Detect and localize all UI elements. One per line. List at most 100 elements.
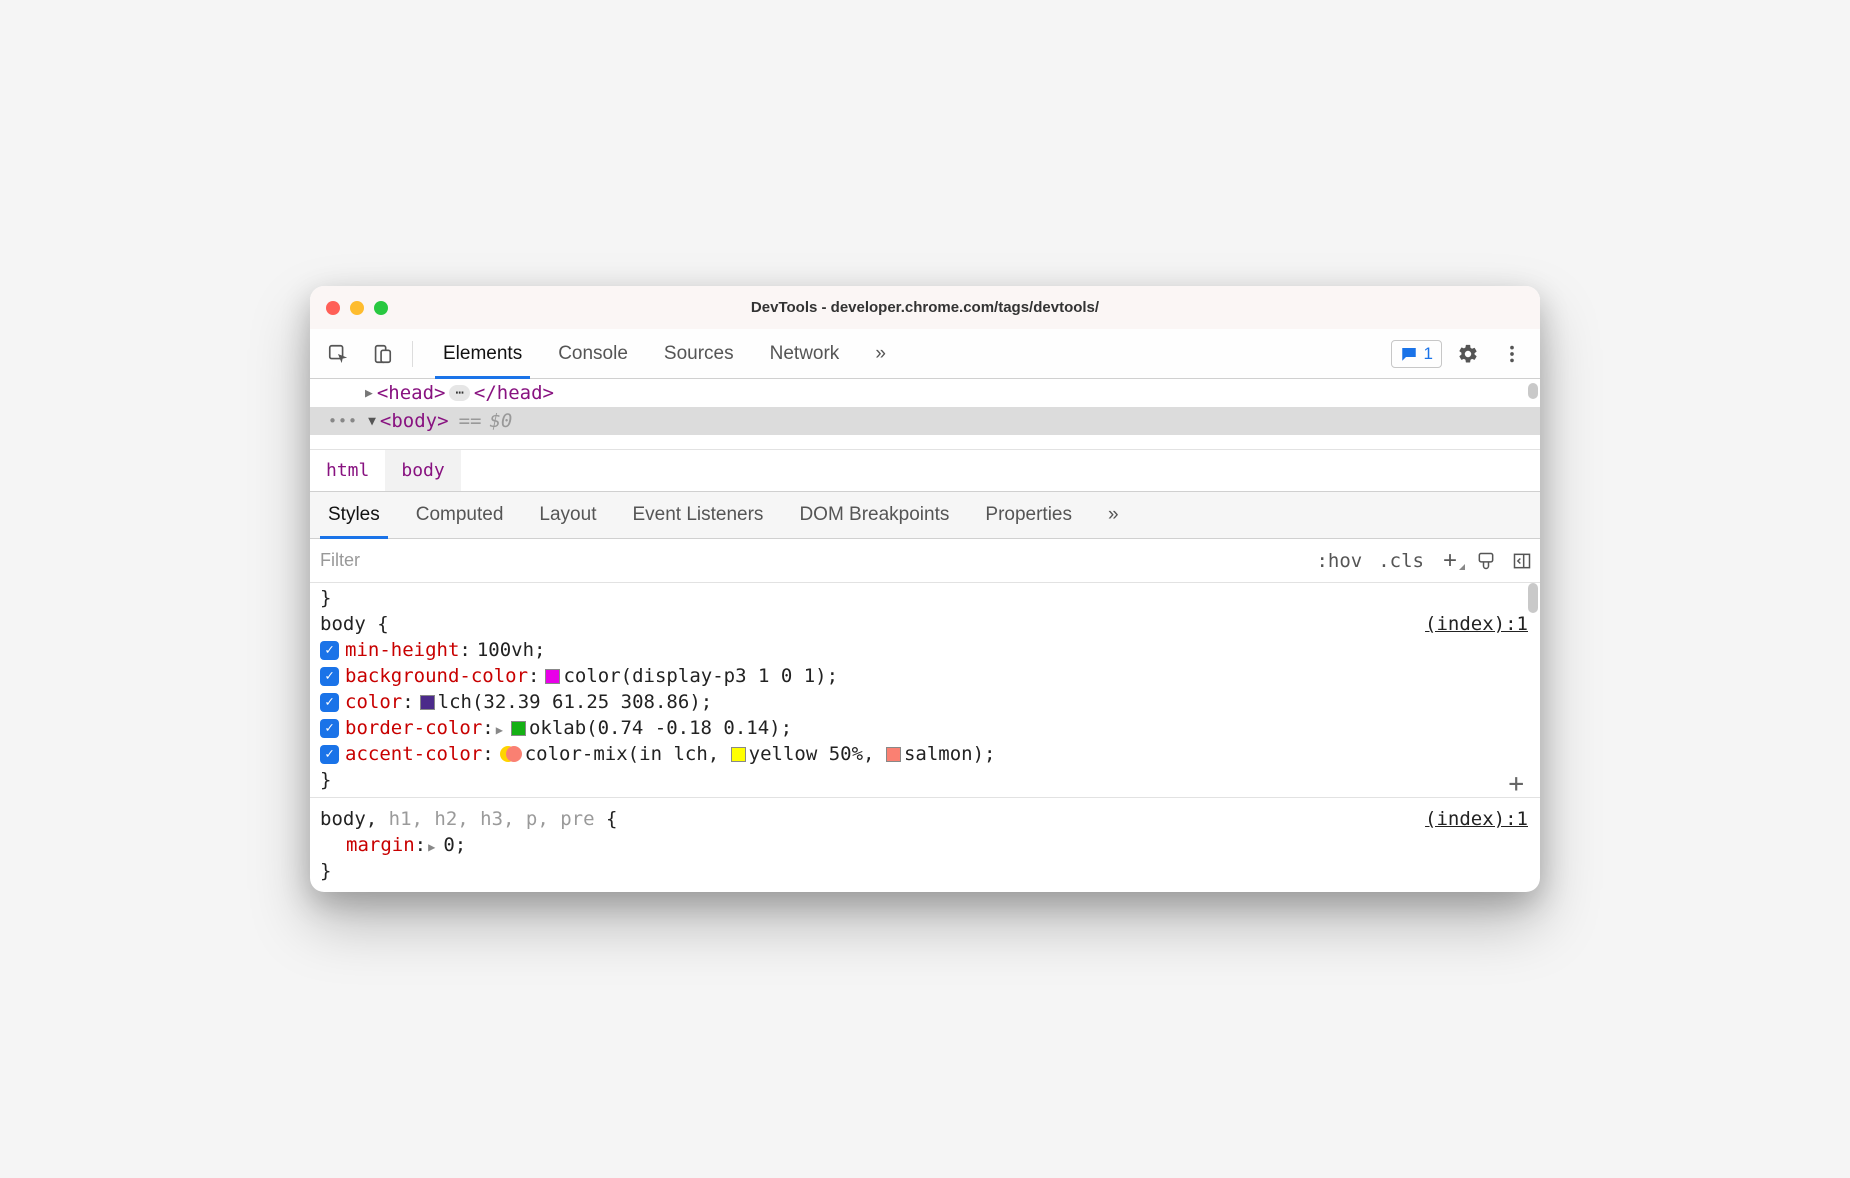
rule-props: margin:▶ 0; bbox=[316, 830, 1534, 860]
rule-divider bbox=[310, 797, 1540, 798]
prop-value[interactable]: 100vh bbox=[477, 639, 534, 661]
crumb-body[interactable]: body bbox=[385, 450, 460, 491]
breadcrumb: html body bbox=[310, 449, 1540, 491]
main-tabs: Elements Console Sources Network » bbox=[425, 329, 904, 378]
subtab-properties[interactable]: Properties bbox=[967, 492, 1090, 538]
source-link[interactable]: (index):1 bbox=[1425, 808, 1528, 830]
fullscreen-window-icon[interactable] bbox=[374, 301, 388, 315]
color-swatch-icon[interactable] bbox=[886, 747, 901, 762]
property-checkbox[interactable]: ✓ bbox=[320, 693, 339, 712]
subtab-layout[interactable]: Layout bbox=[521, 492, 614, 538]
minimize-window-icon[interactable] bbox=[350, 301, 364, 315]
subtab-dom-breakpoints[interactable]: DOM Breakpoints bbox=[781, 492, 967, 538]
issues-count: 1 bbox=[1424, 344, 1433, 364]
computed-sidebar-toggle-icon[interactable] bbox=[1504, 551, 1540, 571]
property-row[interactable]: ✓ color: lch(32.39 61.25 308.86); bbox=[320, 689, 1534, 715]
settings-icon[interactable] bbox=[1450, 336, 1486, 372]
tab-sources[interactable]: Sources bbox=[646, 329, 752, 378]
color-swatch-icon[interactable] bbox=[731, 747, 746, 762]
subtab-overflow[interactable]: » bbox=[1090, 492, 1137, 538]
dom-node-body[interactable]: ••• ▼ <body> == $0 bbox=[310, 407, 1540, 435]
crumb-html[interactable]: html bbox=[310, 450, 385, 491]
hov-toggle[interactable]: :hov bbox=[1308, 550, 1370, 572]
scrollbar-thumb[interactable] bbox=[1528, 583, 1538, 613]
paintbrush-icon[interactable] bbox=[1468, 551, 1504, 571]
color-swatch-icon[interactable] bbox=[420, 695, 435, 710]
collapsed-ellipsis[interactable]: ⋯ bbox=[449, 385, 469, 401]
expand-triangle-icon[interactable]: ▶ bbox=[365, 386, 373, 401]
tab-network[interactable]: Network bbox=[752, 329, 858, 378]
styles-pane: } body { (index):1 ✓ min-height: 100vh; … bbox=[310, 583, 1540, 892]
property-row[interactable]: ✓ background-color: color(display-p3 1 0… bbox=[320, 663, 1534, 689]
issues-chip[interactable]: 1 bbox=[1391, 340, 1442, 368]
close-window-icon[interactable] bbox=[326, 301, 340, 315]
property-checkbox[interactable]: ✓ bbox=[320, 745, 339, 764]
device-toggle-icon[interactable] bbox=[364, 336, 400, 372]
tag-open: <head> bbox=[377, 382, 446, 404]
prop-name[interactable]: margin bbox=[346, 834, 415, 856]
filter-bar: :hov .cls + bbox=[310, 539, 1540, 583]
property-checkbox[interactable]: ✓ bbox=[320, 641, 339, 660]
expand-triangle-icon[interactable]: ▶ bbox=[428, 840, 435, 854]
expand-triangle-icon[interactable]: ▼ bbox=[368, 414, 376, 429]
tab-overflow[interactable]: » bbox=[857, 329, 904, 378]
selector[interactable]: body, bbox=[320, 808, 377, 830]
selected-dollar: $0 bbox=[489, 410, 512, 432]
main-toolbar: Elements Console Sources Network » 1 bbox=[310, 329, 1540, 379]
tag-open: <body> bbox=[380, 410, 449, 432]
selector-dim[interactable]: h1, h2, h3, p, pre bbox=[377, 808, 594, 830]
titlebar: DevTools - developer.chrome.com/tags/dev… bbox=[310, 286, 1540, 329]
prop-name[interactable]: accent-color bbox=[345, 743, 482, 765]
prop-name[interactable]: min-height bbox=[345, 639, 459, 661]
filter-input-wrapper bbox=[310, 539, 1308, 582]
prop-name[interactable]: color bbox=[345, 691, 402, 713]
closing-brace-row: } + bbox=[316, 769, 1534, 791]
selector[interactable]: body bbox=[320, 613, 366, 635]
new-style-rule-button[interactable]: + bbox=[1432, 547, 1468, 575]
filter-input[interactable] bbox=[318, 549, 1300, 572]
color-mix-swatch-icon[interactable] bbox=[500, 746, 522, 762]
tag-close: </head> bbox=[474, 382, 554, 404]
prop-name[interactable]: border-color bbox=[345, 717, 482, 739]
styles-subtabs: Styles Computed Layout Event Listeners D… bbox=[310, 491, 1540, 539]
property-checkbox[interactable]: ✓ bbox=[320, 719, 339, 738]
devtools-window: DevTools - developer.chrome.com/tags/dev… bbox=[310, 286, 1540, 892]
color-swatch-icon[interactable] bbox=[511, 721, 526, 736]
cls-toggle[interactable]: .cls bbox=[1370, 550, 1432, 572]
property-row[interactable]: margin:▶ 0; bbox=[320, 832, 1534, 858]
inspect-element-icon[interactable] bbox=[320, 336, 356, 372]
dom-node-head[interactable]: ▶ <head> ⋯ </head> bbox=[310, 379, 1540, 407]
prop-value[interactable]: 0 bbox=[443, 834, 454, 856]
prop-value[interactable]: oklab(0.74 -0.18 0.14) bbox=[529, 717, 781, 739]
tab-elements[interactable]: Elements bbox=[425, 329, 540, 378]
selected-eq: == bbox=[459, 410, 482, 432]
closing-brace: } bbox=[316, 587, 1534, 609]
rule-props: ✓ min-height: 100vh; ✓ background-color:… bbox=[316, 635, 1534, 769]
prop-name[interactable]: background-color bbox=[345, 665, 528, 687]
window-traffic-lights bbox=[326, 286, 388, 329]
add-rule-plus-icon[interactable]: + bbox=[1508, 769, 1524, 799]
expand-triangle-icon[interactable]: ▶ bbox=[496, 723, 503, 737]
tab-console[interactable]: Console bbox=[540, 329, 646, 378]
property-row[interactable]: ✓ border-color:▶ oklab(0.74 -0.18 0.14); bbox=[320, 715, 1534, 741]
mix-a[interactable]: yellow 50%, bbox=[749, 743, 875, 765]
subtab-computed[interactable]: Computed bbox=[398, 492, 522, 538]
toolbar-divider bbox=[412, 341, 413, 367]
scrollbar-thumb[interactable] bbox=[1528, 383, 1538, 399]
dom-tree[interactable]: ▶ <head> ⋯ </head> ••• ▼ <body> == $0 bbox=[310, 379, 1540, 449]
kebab-menu-icon[interactable] bbox=[1494, 336, 1530, 372]
rule-header: body, h1, h2, h3, p, pre { (index):1 bbox=[316, 804, 1534, 830]
subtab-event-listeners[interactable]: Event Listeners bbox=[614, 492, 781, 538]
source-link[interactable]: (index):1 bbox=[1425, 613, 1528, 635]
property-row[interactable]: ✓ accent-color: color-mix(in lch, yellow… bbox=[320, 741, 1534, 767]
property-checkbox[interactable]: ✓ bbox=[320, 667, 339, 686]
color-swatch-icon[interactable] bbox=[545, 669, 560, 684]
property-row[interactable]: ✓ min-height: 100vh; bbox=[320, 637, 1534, 663]
prop-value[interactable]: color(display-p3 1 0 1) bbox=[563, 665, 826, 687]
rule-header: body { (index):1 bbox=[316, 609, 1534, 635]
prop-value[interactable]: lch(32.39 61.25 308.86) bbox=[438, 691, 701, 713]
subtab-styles[interactable]: Styles bbox=[310, 492, 398, 538]
mix-prefix[interactable]: color-mix(in lch, bbox=[525, 743, 719, 765]
mix-b[interactable]: salmon) bbox=[904, 743, 984, 765]
closing-brace: } bbox=[316, 860, 1534, 882]
